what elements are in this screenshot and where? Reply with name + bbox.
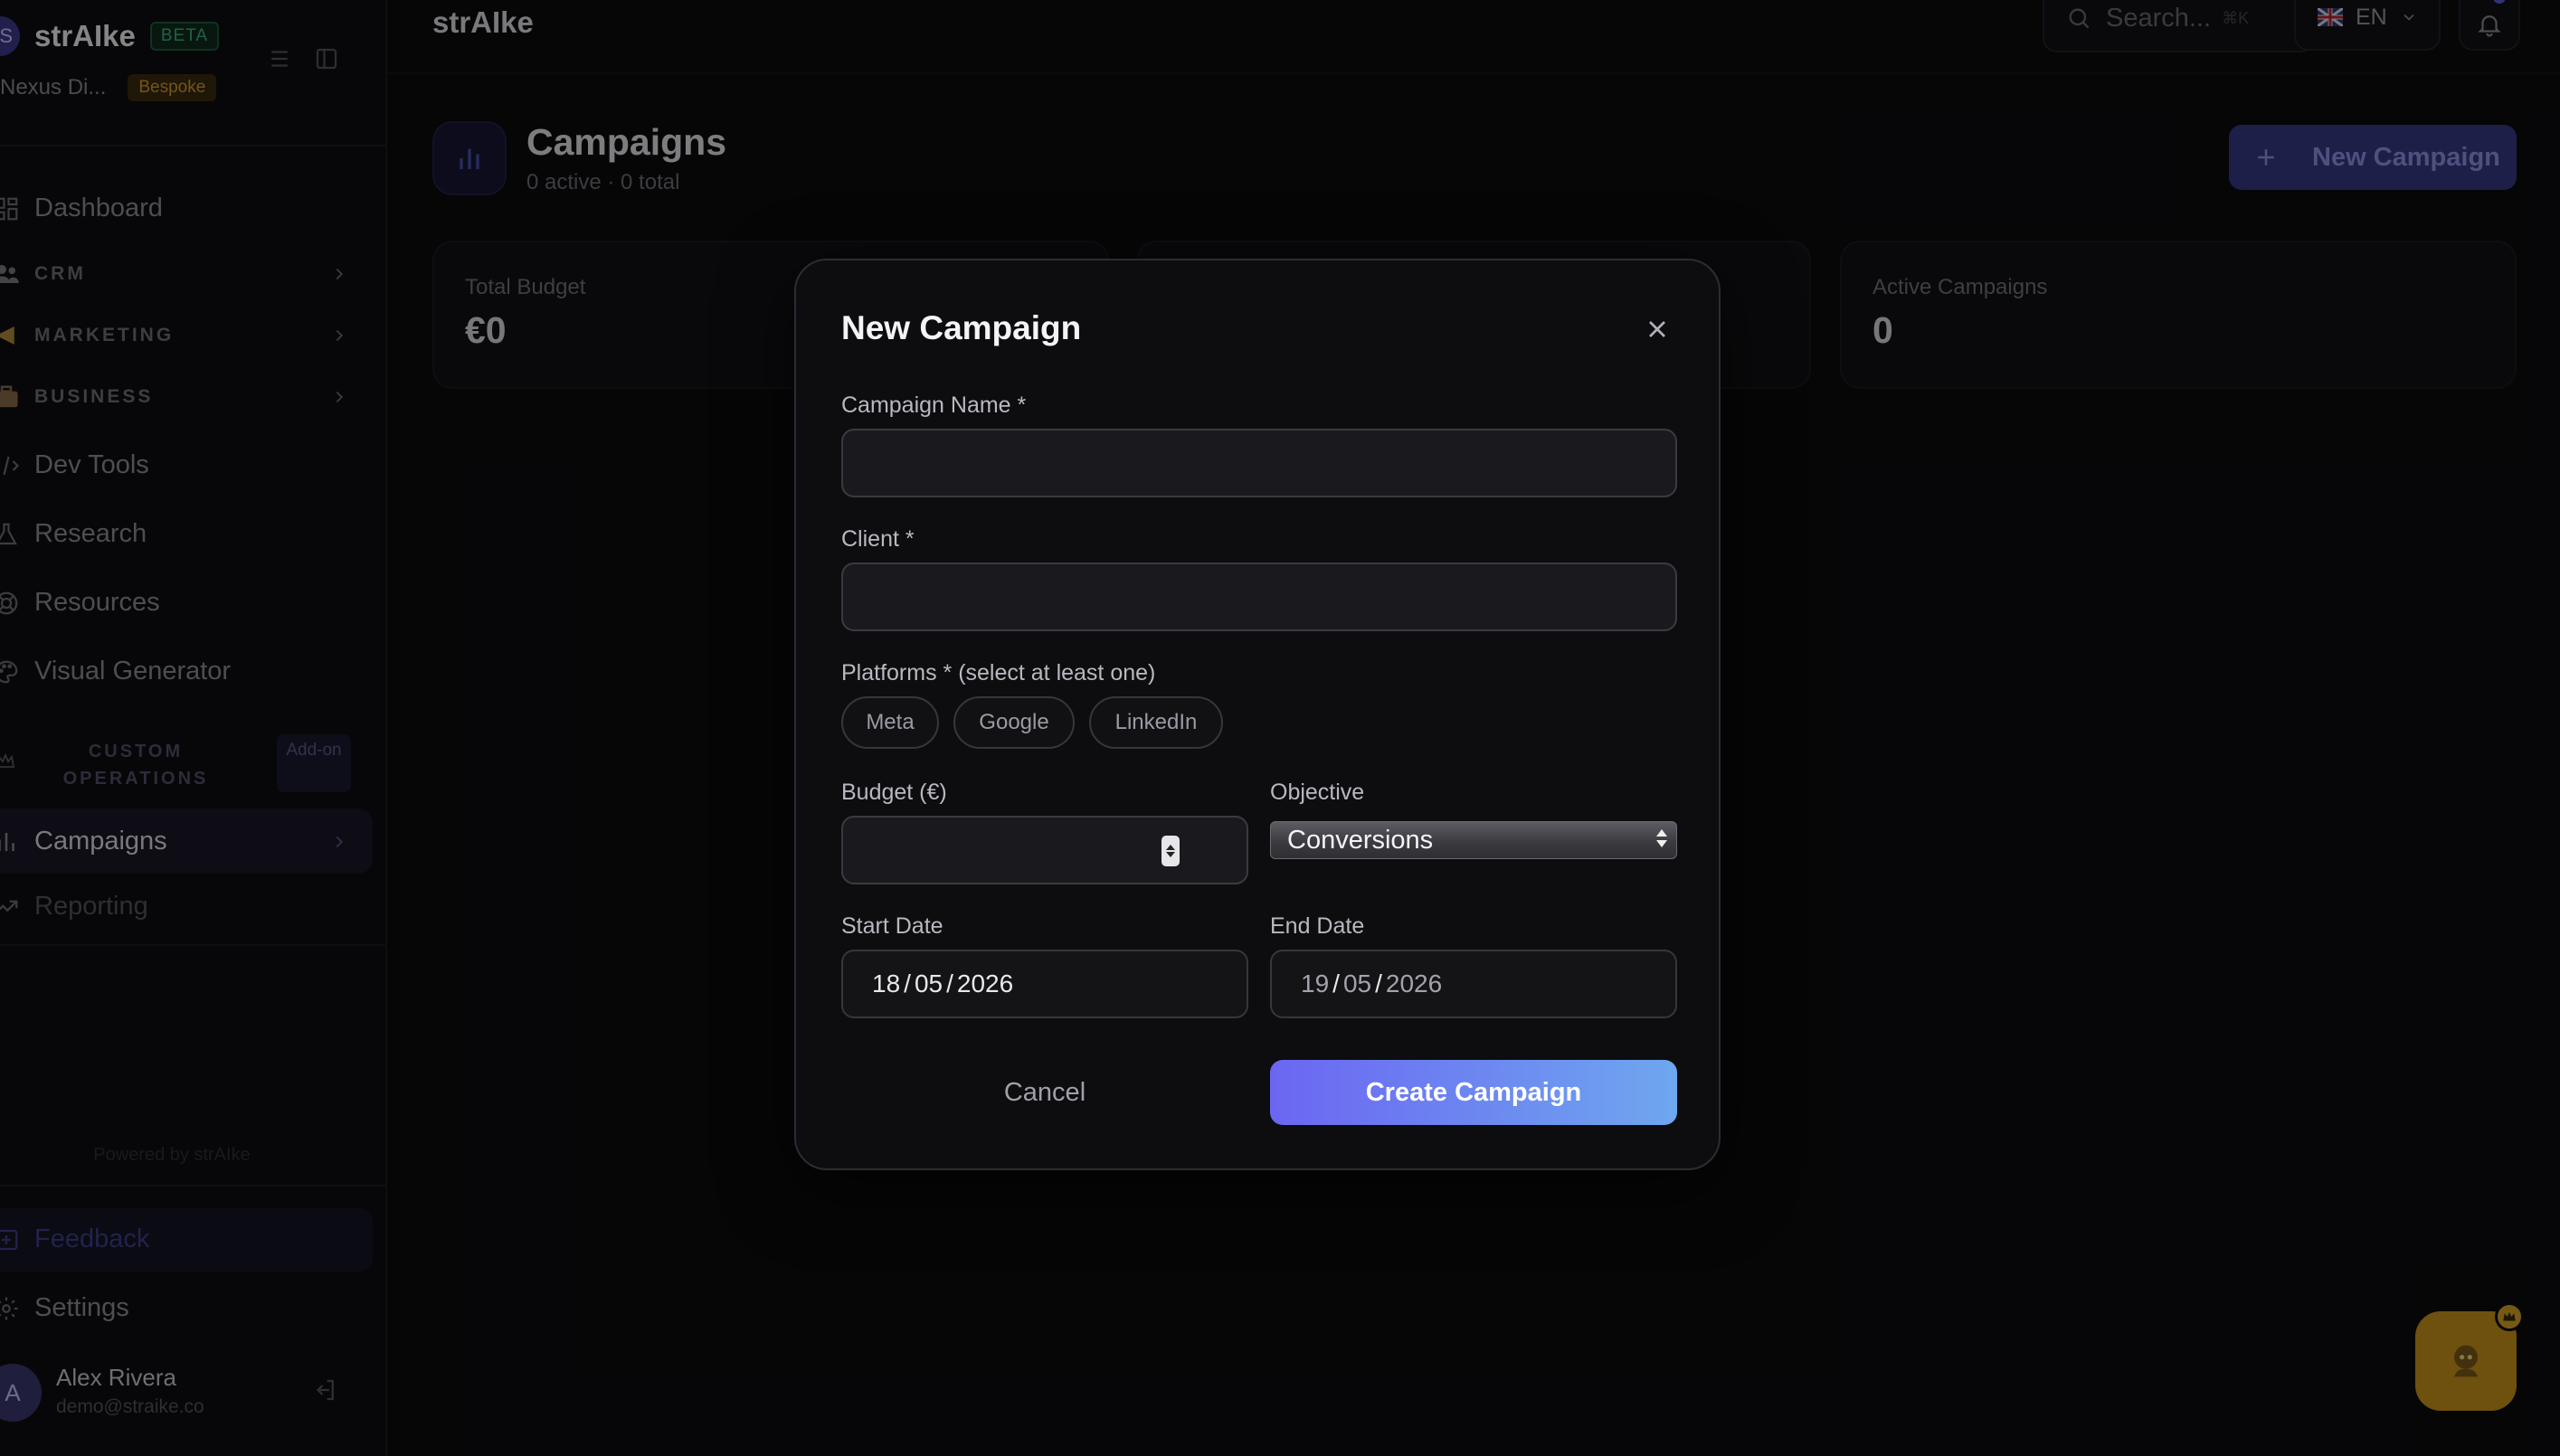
end-day[interactable]: 19 xyxy=(1301,969,1329,998)
end-date-label: End Date xyxy=(1270,913,1365,939)
objective-label: Objective xyxy=(1270,780,1365,805)
end-month[interactable]: 05 xyxy=(1343,969,1371,998)
dialog-title: New Campaign xyxy=(841,309,1082,346)
start-year[interactable]: 2026 xyxy=(957,969,1013,998)
platform-chip-google[interactable]: Google xyxy=(953,696,1075,749)
platform-chip-meta[interactable]: Meta xyxy=(841,696,939,749)
campaign-name-input[interactable] xyxy=(841,429,1677,497)
objective-value: Conversions xyxy=(1287,825,1434,855)
campaign-name-label: Campaign Name * xyxy=(841,392,1027,418)
platforms-label: Platforms * (select at least one) xyxy=(841,660,1156,685)
client-label: Client * xyxy=(841,526,915,552)
new-campaign-dialog: New Campaign Campaign Name * Client * Pl… xyxy=(794,259,1721,1170)
create-campaign-button[interactable]: Create Campaign xyxy=(1270,1060,1677,1125)
client-input[interactable] xyxy=(841,563,1677,631)
end-year[interactable]: 2026 xyxy=(1386,969,1442,998)
end-date-input[interactable]: 19/05/2026 xyxy=(1270,950,1677,1018)
start-month[interactable]: 05 xyxy=(915,969,943,998)
budget-stepper[interactable] xyxy=(1161,836,1180,866)
close-icon[interactable] xyxy=(1643,315,1672,344)
platform-chip-linkedin[interactable]: LinkedIn xyxy=(1089,696,1223,749)
cancel-button[interactable]: Cancel xyxy=(841,1060,1248,1125)
start-date-input[interactable]: 18/05/2026 xyxy=(841,950,1248,1018)
objective-select[interactable]: Conversions xyxy=(1270,821,1677,859)
start-date-label: Start Date xyxy=(841,913,943,939)
start-day[interactable]: 18 xyxy=(872,969,900,998)
budget-input[interactable] xyxy=(841,816,1248,884)
select-arrows-icon xyxy=(1656,829,1667,847)
budget-label: Budget (€) xyxy=(841,780,947,805)
